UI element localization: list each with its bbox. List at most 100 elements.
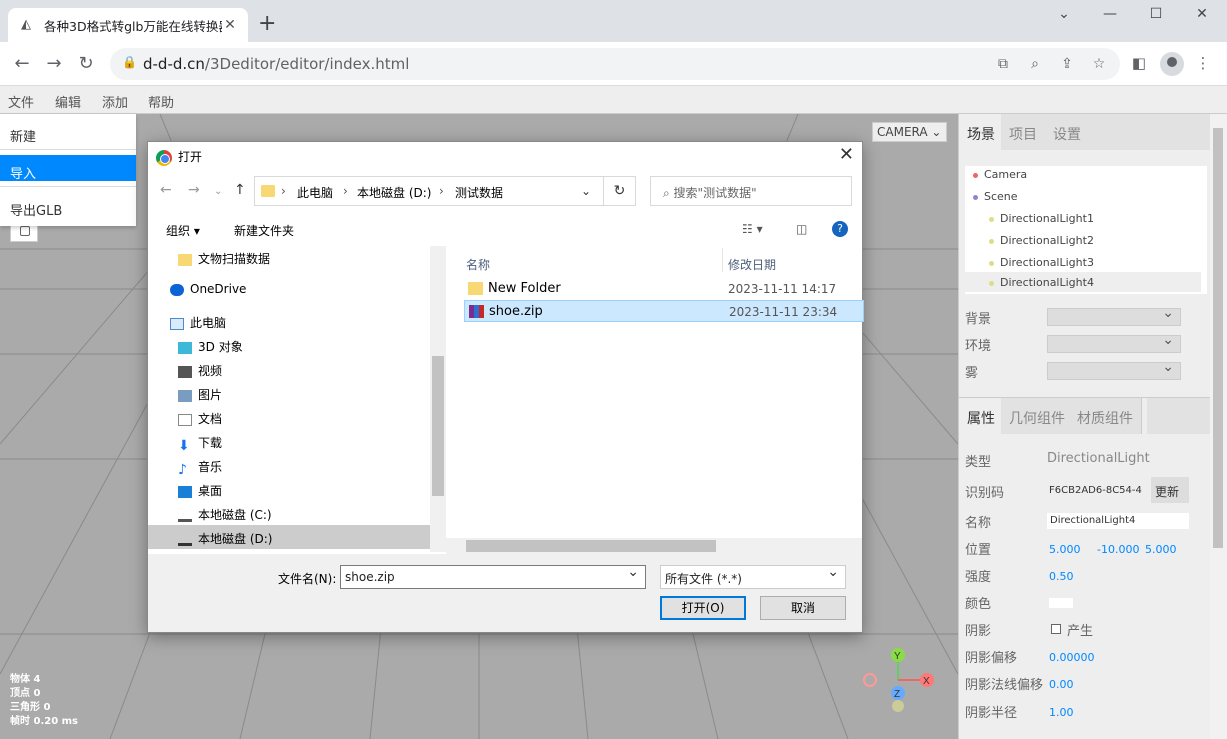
shadow-radius-value[interactable]: 1.00 [1049, 706, 1074, 719]
address-bar[interactable]: 🔒 d-d-d.cn/3Deditor/editor/index.html ⧉ … [110, 48, 1120, 80]
dialog-close-icon[interactable]: ✕ [839, 144, 854, 165]
nav-item-videos[interactable]: 视频 [178, 362, 222, 384]
outliner-item[interactable]: Scene [973, 190, 1018, 203]
outliner-item[interactable]: DirectionalLight3 [989, 256, 1094, 269]
name-input[interactable]: DirectionalLight4 [1047, 513, 1189, 529]
filetype-select[interactable]: 所有文件 (*.*) [660, 564, 846, 589]
maximize-icon[interactable]: ☐ [1133, 6, 1179, 22]
nav-item-documents[interactable]: 文档 [178, 410, 222, 432]
scene-outliner[interactable]: Camera Scene DirectionalLight1 Direction… [965, 166, 1207, 294]
forward-icon[interactable]: → [42, 52, 66, 76]
breadcrumb-test-data[interactable]: 测试数据 [455, 184, 503, 201]
bookmark-star-icon[interactable]: ☆ [1090, 56, 1108, 72]
tab-geometry[interactable]: 几何组件 [1001, 398, 1074, 434]
dialog-back-icon[interactable]: ← [160, 182, 172, 198]
tab-project[interactable]: 项目 [1001, 114, 1046, 150]
update-uuid-button[interactable]: 更新 [1151, 477, 1189, 503]
color-swatch[interactable] [1049, 598, 1073, 608]
tab-scene[interactable]: 场景 [959, 114, 1004, 150]
uuid-value: F6CB2AD6-8C54-4 [1049, 485, 1142, 496]
outliner-item[interactable]: Camera [973, 168, 1027, 181]
dialog-forward-icon[interactable]: → [188, 182, 200, 198]
cancel-button[interactable]: 取消 [760, 596, 846, 620]
address-dropdown-icon[interactable]: ⌄ [581, 184, 591, 198]
up-folder-icon[interactable]: ↑ [234, 182, 246, 198]
file-row-shoe-zip[interactable]: shoe.zip 2023-11-11 23:34 [464, 300, 864, 322]
nav-item-desktop[interactable]: 桌面 [178, 482, 222, 504]
camera-select[interactable]: CAMERA ⌄ [872, 122, 947, 142]
outliner-item[interactable]: DirectionalLight2 [989, 234, 1094, 247]
nav-item-onedrive[interactable]: OneDrive [170, 282, 246, 304]
shadow-normal-bias-value[interactable]: 0.00 [1049, 678, 1074, 691]
menu-item-export-glb[interactable]: 导出GLB [0, 192, 136, 219]
editor-sidebar: 场景 项目 设置 Camera Scene DirectionalLight1 … [958, 114, 1211, 739]
axis-gizmo[interactable]: Y X Z [863, 648, 934, 712]
nav-pane-scrollbar[interactable] [430, 246, 446, 552]
side-panel-icon[interactable]: ◧ [1128, 54, 1150, 72]
chrome-icon [156, 149, 172, 166]
menu-help[interactable]: 帮助 [148, 92, 174, 111]
fog-select[interactable] [1047, 359, 1181, 380]
tab-close-icon[interactable]: ✕ [222, 17, 238, 33]
view-options-icon[interactable]: ☷ ▾ [742, 222, 763, 236]
recent-locations-icon[interactable]: ⌄ [214, 186, 222, 197]
shadow-bias-value[interactable]: 0.00000 [1049, 651, 1095, 664]
breadcrumb-this-pc[interactable]: 此电脑 [297, 184, 333, 201]
dialog-refresh-icon[interactable]: ↻ [604, 176, 636, 206]
reload-icon[interactable]: ↻ [74, 52, 98, 76]
column-header-date[interactable]: 修改日期 [728, 256, 776, 273]
more-menu-icon[interactable]: ⋮ [1192, 54, 1214, 72]
file-list-scrollbar[interactable] [446, 538, 862, 554]
breadcrumb-drive-d[interactable]: 本地磁盘 (D:) [357, 184, 431, 201]
new-tab-icon[interactable]: + [258, 12, 276, 36]
minimize-icon[interactable]: — [1087, 6, 1133, 22]
nav-item-3d[interactable]: 3D 对象 [178, 338, 243, 360]
outliner-item-selected[interactable]: DirectionalLight4 [989, 276, 1094, 289]
lock-icon[interactable]: 🔒 [122, 55, 137, 69]
nav-item-music[interactable]: ♪ 音乐 [178, 458, 222, 480]
new-folder-button[interactable]: 新建文件夹 [234, 222, 294, 239]
file-row-new-folder[interactable]: New Folder 2023-11-11 14:17 [464, 278, 864, 300]
outliner-item[interactable]: DirectionalLight1 [989, 212, 1094, 225]
nav-item-this-pc[interactable]: 此电脑 [170, 314, 226, 336]
organize-button[interactable]: 组织 ▾ [166, 222, 200, 239]
position-x[interactable]: 5.000 [1049, 543, 1081, 556]
menu-edit[interactable]: 编辑 [55, 92, 81, 111]
nav-item-downloads[interactable]: ⬇ 下载 [178, 434, 222, 456]
position-y[interactable]: -10.000 [1097, 543, 1139, 556]
menu-file[interactable]: 文件 [8, 92, 34, 111]
label-type: 类型 [965, 455, 992, 470]
intensity-value[interactable]: 0.50 [1049, 570, 1074, 583]
dialog-search-input[interactable]: ⌕ 搜索"测试数据" [650, 176, 852, 206]
zoom-icon[interactable]: ⌕ [1026, 56, 1044, 72]
position-z[interactable]: 5.000 [1145, 543, 1177, 556]
shadow-checkbox[interactable] [1051, 624, 1061, 634]
tab-material[interactable]: 材质组件 [1069, 398, 1142, 434]
nav-item-pictures[interactable]: 图片 [178, 386, 222, 408]
environment-select[interactable] [1047, 332, 1181, 353]
open-button[interactable]: 打开(O) [660, 596, 746, 620]
share-icon[interactable]: ⇪ [1058, 56, 1076, 72]
preview-pane-icon[interactable]: ◫ [796, 222, 807, 236]
page-scrollbar[interactable] [1210, 114, 1227, 739]
column-header-name[interactable]: 名称 [466, 256, 490, 273]
window-close-icon[interactable]: ✕ [1179, 6, 1225, 22]
profile-avatar[interactable] [1160, 52, 1184, 76]
menu-add[interactable]: 添加 [102, 92, 128, 111]
nav-item[interactable]: 文物扫描数据 [178, 250, 270, 272]
background-select[interactable] [1047, 305, 1181, 326]
nav-item-drive-c[interactable]: 本地磁盘 (C:) [178, 506, 272, 528]
nav-item-drive-d[interactable]: 本地磁盘 (D:) [178, 530, 272, 552]
dialog-address-bar[interactable]: › 此电脑 › 本地磁盘 (D:) › 测试数据 ⌄ [254, 176, 604, 206]
browser-tab[interactable]: ◭ 各种3D格式转glb万能在线转换器 ✕ [8, 8, 248, 42]
back-icon[interactable]: ← [10, 52, 34, 76]
open-in-app-icon[interactable]: ⧉ [994, 56, 1012, 72]
tab-properties[interactable]: 属性 [959, 398, 1004, 434]
tab-search-icon[interactable]: ⌄ [1041, 6, 1087, 22]
folder-icon [261, 185, 275, 197]
menu-item-new[interactable]: 新建 [0, 118, 136, 145]
tab-settings[interactable]: 设置 [1045, 114, 1090, 150]
help-icon[interactable]: ? [832, 221, 848, 237]
menu-item-import[interactable]: 导入 [0, 155, 136, 182]
filename-input[interactable]: shoe.zip [340, 564, 646, 589]
